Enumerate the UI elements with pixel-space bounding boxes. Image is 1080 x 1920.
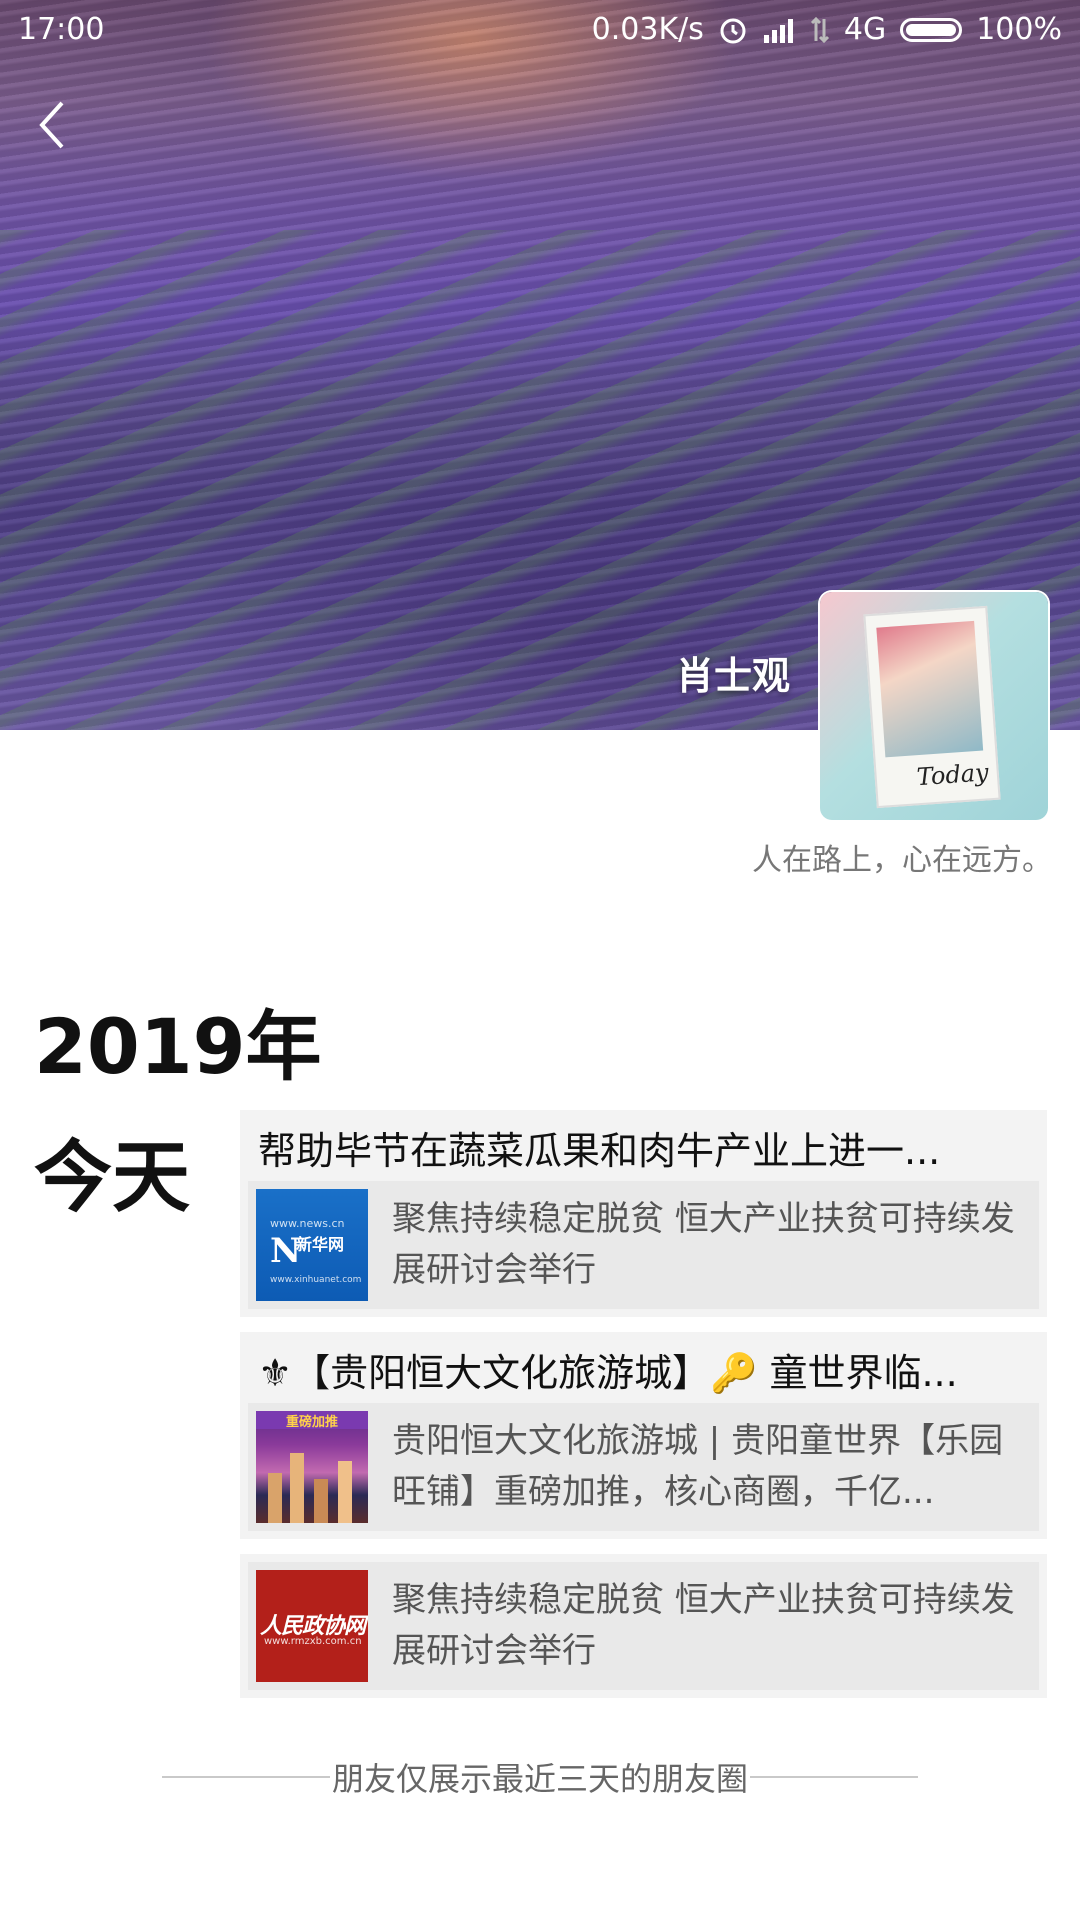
avatar-photo: [876, 620, 984, 758]
link-title: 聚焦持续稳定脱贫 恒大产业扶贫可持续发展研讨会举行: [392, 1580, 1015, 1671]
shared-link-card[interactable]: www.news.cn N 新华网 www.xinhuanet.com 聚焦持续…: [248, 1181, 1039, 1309]
thumb-text: www.xinhuanet.com: [270, 1275, 362, 1285]
avatar[interactable]: Today: [820, 592, 1048, 820]
battery-level: 100%: [976, 12, 1062, 47]
avatar-today-text: Today: [915, 758, 990, 792]
post-list: 帮助毕节在蔬菜瓜果和肉牛产业上进一... www.news.cn N 新华网 w…: [240, 1110, 1047, 1713]
post-item[interactable]: 人民政协网 www.rmzxb.com.cn 聚焦持续稳定脱贫 恒大产业扶贫可持…: [240, 1554, 1047, 1698]
profile-signature: 人在路上，心在远方。: [752, 843, 1052, 878]
chevron-left-icon: [39, 101, 64, 149]
alarm-icon: [720, 18, 746, 43]
network-speed: 0.03K/s: [591, 12, 704, 47]
post-item[interactable]: 帮助毕节在蔬菜瓜果和肉牛产业上进一... www.news.cn N 新华网 w…: [240, 1110, 1047, 1317]
data-arrows-icon: [810, 16, 829, 43]
thumb-text: www.rmzxb.com.cn: [264, 1636, 362, 1647]
link-title: 聚焦持续稳定脱贫 恒大产业扶贫可持续发展研讨会举行: [392, 1199, 1015, 1290]
post-item[interactable]: ⚜【贵阳恒大文化旅游城】🔑 童世界临... 重磅加推 贵阳恒大文化旅游城 | 贵…: [240, 1332, 1047, 1539]
thumb-text: 重磅加推: [256, 1411, 368, 1430]
thumb-building: [314, 1479, 328, 1523]
thumb-text: www.news.cn: [270, 1217, 345, 1230]
xinhua-news-thumb: www.news.cn N 新华网 www.xinhuanet.com: [256, 1189, 368, 1301]
post-title: ⚜【贵阳恒大文化旅游城】🔑 童世界临...: [258, 1351, 958, 1395]
link-title: 贵阳恒大文化旅游城 | 贵阳童世界【乐园旺铺】重磅加推，核心商圈，千亿...: [392, 1421, 1004, 1512]
post-title: 帮助毕节在蔬菜瓜果和肉牛产业上进一...: [258, 1129, 941, 1173]
thumb-building: [268, 1473, 282, 1523]
status-bar: 17:00 0.03K/s 4G 100%: [0, 0, 1080, 60]
footer-text: 朋友仅展示最近三天的朋友圈: [332, 1760, 749, 1798]
profile-name[interactable]: 肖士观: [676, 645, 790, 700]
thumb-building: [338, 1461, 352, 1523]
divider-right: [750, 1776, 919, 1778]
network-type: 4G: [843, 12, 887, 47]
shared-link-card[interactable]: 人民政协网 www.rmzxb.com.cn 聚焦持续稳定脱贫 恒大产业扶贫可持…: [248, 1562, 1039, 1690]
footer-notice: 朋友仅展示最近三天的朋友圈: [162, 1757, 919, 1798]
timeline-day: 今天: [34, 1133, 191, 1223]
battery-icon: [900, 17, 963, 42]
hd-signal-icon: [763, 18, 793, 43]
timeline-year: 2019年: [34, 1002, 322, 1091]
status-time: 17:00: [18, 12, 105, 47]
thumb-building: [290, 1453, 304, 1523]
avatar-polaroid: Today: [863, 605, 1001, 809]
divider-left: [162, 1776, 330, 1778]
thumb-text: 新华网: [296, 1235, 345, 1254]
back-button[interactable]: [30, 95, 80, 155]
shared-link-card[interactable]: 重磅加推 贵阳恒大文化旅游城 | 贵阳童世界【乐园旺铺】重磅加推，核心商圈，千亿…: [248, 1403, 1039, 1531]
rmzx-thumb: 人民政协网 www.rmzxb.com.cn: [256, 1570, 368, 1682]
city-promo-thumb: 重磅加推: [256, 1411, 368, 1523]
status-icons: 0.03K/s 4G 100%: [592, 12, 1062, 47]
